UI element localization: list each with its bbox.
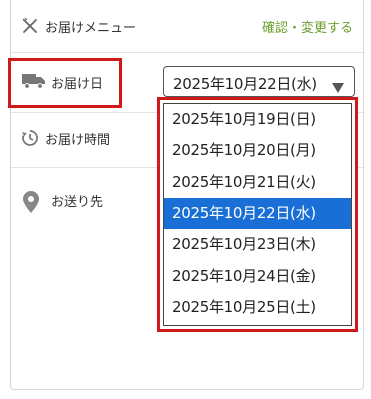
dropdown-arrow-icon: [332, 78, 344, 97]
delivery-date-dropdown-highlight: 2025年10月19日(日) 2025年10月20日(月) 2025年10月21日(…: [157, 97, 358, 332]
date-option[interactable]: 2025年10月22日(水): [164, 197, 351, 229]
date-option[interactable]: 2025年10月19日(日): [164, 104, 351, 135]
delivery-date-options-list: 2025年10月19日(日) 2025年10月20日(月) 2025年10月21日(…: [163, 103, 352, 326]
date-option[interactable]: 2025年10月20日(月): [164, 135, 351, 166]
map-pin-icon: [23, 191, 39, 213]
date-option[interactable]: 2025年10月23日(木): [164, 229, 351, 260]
delivery-time-label: お届け時間: [45, 133, 111, 148]
clock-icon: [21, 129, 39, 147]
menu-row: お届けメニュー 確認・変更する: [11, 0, 363, 53]
delivery-date-label-highlight: [8, 58, 122, 108]
delivery-date-select[interactable]: 2025年10月22日(水): [163, 66, 355, 97]
date-option[interactable]: 2025年10月24日(金): [164, 261, 351, 292]
date-option[interactable]: 2025年10月21日(火): [164, 167, 351, 198]
date-option[interactable]: 2025年10月25日(土): [164, 292, 351, 323]
address-label: お送り先: [51, 195, 104, 210]
delivery-date-selected-value: 2025年10月22日(水): [173, 75, 317, 93]
confirm-change-link[interactable]: 確認・変更する: [262, 17, 353, 36]
cutlery-icon: [21, 17, 39, 35]
menu-label: お届けメニュー: [45, 21, 137, 36]
